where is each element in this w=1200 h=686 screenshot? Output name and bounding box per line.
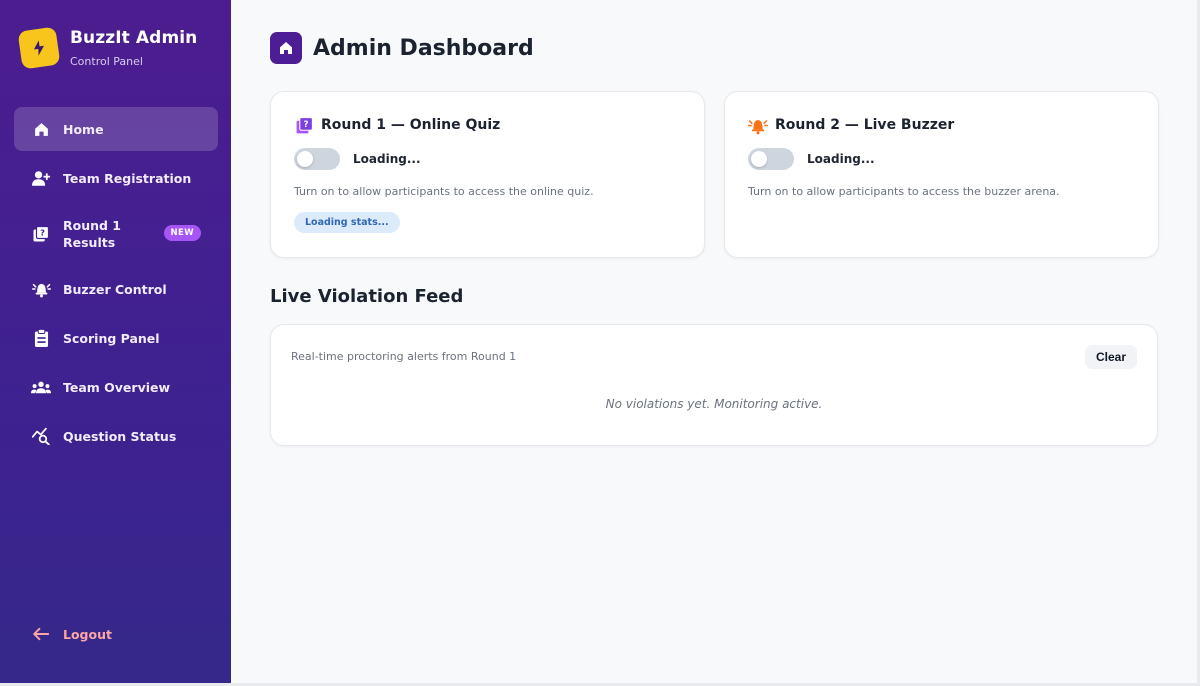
sidebar: BuzzIt Admin Control Panel Home Team Reg… <box>0 0 231 683</box>
sidebar-item-label: Round 1 Results <box>63 218 122 250</box>
new-badge: NEW <box>163 225 201 241</box>
sidebar-item-label: Scoring Panel <box>63 330 160 346</box>
sidebar-item-round1-results[interactable]: ? Round 1 Results NEW <box>14 205 218 263</box>
logout-label: Logout <box>63 626 112 642</box>
round2-toggle-label: Loading... <box>807 152 875 166</box>
quiz-stack-icon: ? <box>31 224 51 244</box>
brand-title: BuzzIt Admin <box>70 28 198 48</box>
app-window: BuzzIt Admin Control Panel Home Team Reg… <box>0 0 1197 683</box>
round1-description: Turn on to allow participants to access … <box>294 185 594 198</box>
round2-toggle[interactable] <box>748 148 794 170</box>
logout-button[interactable]: Logout <box>31 624 112 644</box>
sidebar-item-label: Team Overview <box>63 379 171 395</box>
sidebar-item-label: Buzzer Control <box>63 281 167 297</box>
sidebar-item-label: Home <box>63 121 104 137</box>
violation-feed-title: Live Violation Feed <box>270 286 464 307</box>
bell-icon <box>748 115 768 135</box>
sidebar-item-team-registration[interactable]: Team Registration <box>14 156 218 200</box>
bell-icon <box>31 279 51 299</box>
page-title: Admin Dashboard <box>313 35 534 61</box>
home-icon <box>270 32 302 64</box>
arrow-left-icon <box>31 624 51 644</box>
round1-title: ? Round 1 — Online Quiz <box>294 115 681 135</box>
round1-toggle-label: Loading... <box>353 152 421 166</box>
sidebar-nav: Home Team Registration ? Round 1 Results… <box>14 107 218 463</box>
sidebar-item-scoring-panel[interactable]: Scoring Panel <box>14 316 218 360</box>
toggle-knob <box>297 151 313 167</box>
toggle-knob <box>751 151 767 167</box>
lightning-logo-icon <box>17 26 61 70</box>
main-content: Admin Dashboard ? Round 1 — Online Quiz … <box>231 0 1197 683</box>
sidebar-item-question-status[interactable]: Question Status <box>14 414 218 458</box>
brand: BuzzIt Admin Control Panel <box>17 26 198 70</box>
clear-button[interactable]: Clear <box>1084 345 1137 369</box>
user-plus-icon <box>31 168 51 188</box>
sidebar-item-team-overview[interactable]: Team Overview <box>14 365 218 409</box>
round1-title-text: Round 1 — Online Quiz <box>321 117 501 133</box>
round1-card: ? Round 1 — Online Quiz Loading... Turn … <box>270 91 705 258</box>
round2-title: Round 2 — Live Buzzer <box>748 115 1135 135</box>
sidebar-item-label: Team Registration <box>63 170 192 186</box>
round2-description: Turn on to allow participants to access … <box>748 185 1060 198</box>
clipboard-icon <box>31 328 51 348</box>
violation-feed-empty-message: No violations yet. Monitoring active. <box>605 397 823 411</box>
svg-text:?: ? <box>40 228 45 238</box>
round1-stats-pill: Loading stats... <box>294 212 400 233</box>
page-header: Admin Dashboard <box>270 32 534 64</box>
violation-feed-subtitle: Real-time proctoring alerts from Round 1 <box>291 350 517 363</box>
sidebar-item-home[interactable]: Home <box>14 107 218 151</box>
violation-feed-card: Real-time proctoring alerts from Round 1… <box>270 324 1158 446</box>
users-icon <box>31 377 51 397</box>
sidebar-item-label: Question Status <box>63 428 177 444</box>
round1-toggle[interactable] <box>294 148 340 170</box>
home-icon <box>31 119 51 139</box>
svg-text:?: ? <box>303 120 308 130</box>
round2-card: Round 2 — Live Buzzer Loading... Turn on… <box>724 91 1159 258</box>
chart-search-icon <box>31 426 51 446</box>
quiz-stack-icon: ? <box>294 115 314 135</box>
brand-subtitle: Control Panel <box>70 55 143 68</box>
round2-title-text: Round 2 — Live Buzzer <box>775 117 955 133</box>
sidebar-item-buzzer-control[interactable]: Buzzer Control <box>14 267 218 311</box>
